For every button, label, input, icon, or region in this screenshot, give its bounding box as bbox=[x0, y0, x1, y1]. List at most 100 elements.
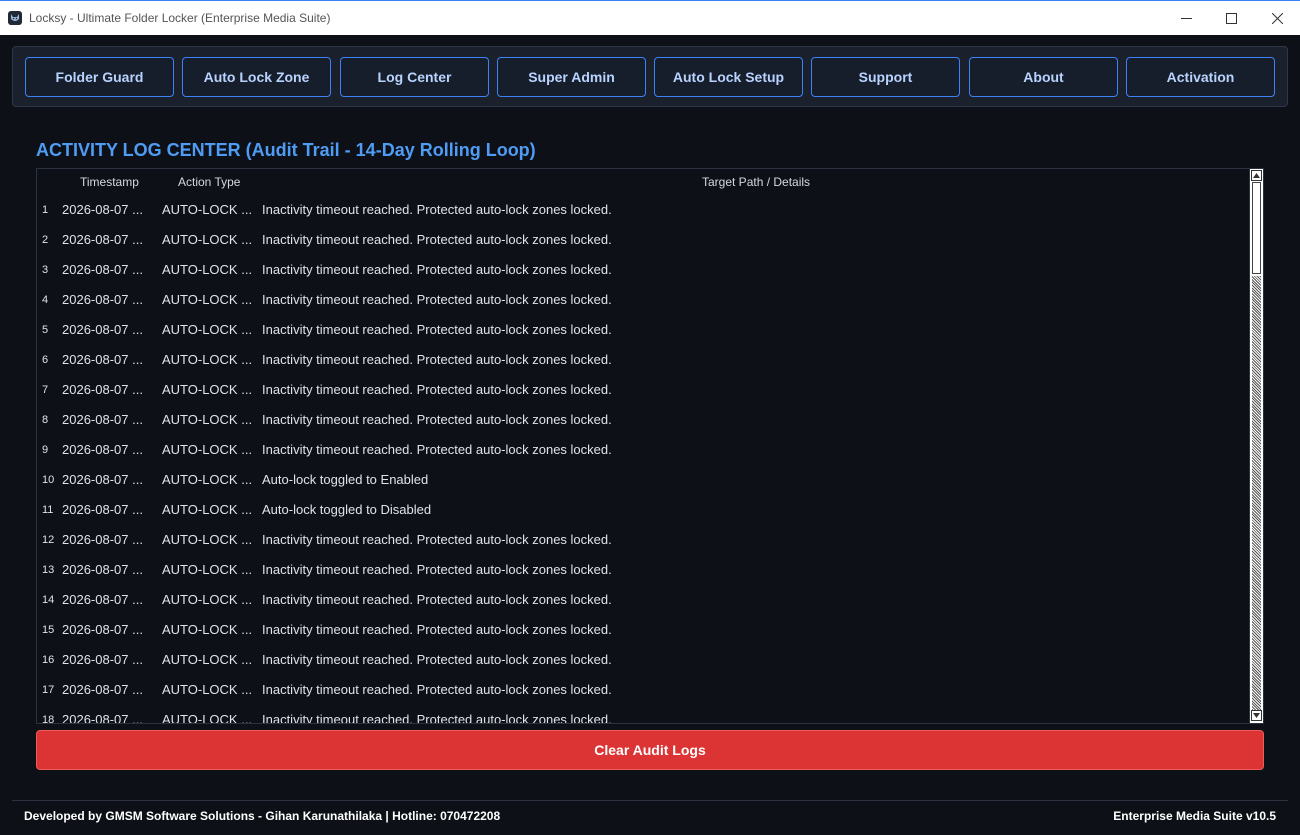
table-row[interactable]: 13 2026-08-07 ... AUTO-LOCK ... Inactivity … bbox=[37, 555, 1249, 585]
scrollbar-track[interactable] bbox=[1252, 276, 1261, 710]
column-header-timestamp[interactable]: Timestamp bbox=[80, 175, 139, 189]
row-index: 4 bbox=[42, 294, 49, 306]
row-timestamp: 2026-08-07 ... bbox=[62, 472, 143, 487]
scrollbar-thumb[interactable] bbox=[1252, 182, 1261, 274]
table-row[interactable]: 7 2026-08-07 ... AUTO-LOCK ... Inactivity t… bbox=[37, 375, 1249, 405]
nav-log-center-button[interactable]: Log Center bbox=[340, 57, 489, 97]
nav-support-button[interactable]: Support bbox=[811, 57, 960, 97]
maximize-icon[interactable] bbox=[1219, 8, 1243, 28]
row-index: 14 bbox=[42, 594, 55, 606]
row-details: Inactivity timeout reached. Protected au… bbox=[262, 262, 612, 277]
row-index: 7 bbox=[42, 384, 49, 396]
table-row[interactable]: 11 2026-08-07 ... AUTO-LOCK ... Auto-lock t… bbox=[37, 495, 1249, 525]
row-details: Inactivity timeout reached. Protected au… bbox=[262, 562, 612, 577]
nav-super-admin-button[interactable]: Super Admin bbox=[497, 57, 646, 97]
table-row[interactable]: 16 2026-08-07 ... AUTO-LOCK ... Inactivity … bbox=[37, 645, 1249, 675]
row-action-type: AUTO-LOCK ... bbox=[162, 502, 253, 517]
table-header: Timestamp Action Type Target Path / Deta… bbox=[37, 169, 1249, 195]
row-timestamp: 2026-08-07 ... bbox=[62, 682, 143, 697]
row-details: Inactivity timeout reached. Protected au… bbox=[262, 412, 612, 427]
vertical-scrollbar[interactable] bbox=[1249, 169, 1263, 723]
row-index: 2 bbox=[42, 234, 49, 246]
row-timestamp: 2026-08-07 ... bbox=[62, 262, 143, 277]
row-details: Inactivity timeout reached. Protected au… bbox=[262, 712, 612, 724]
row-details: Inactivity timeout reached. Protected au… bbox=[262, 622, 612, 637]
table-row[interactable]: 3 2026-08-07 ... AUTO-LOCK ... Inactivity t… bbox=[37, 255, 1249, 285]
scroll-down-icon[interactable] bbox=[1251, 710, 1262, 721]
row-index: 10 bbox=[42, 474, 55, 486]
minimize-icon[interactable] bbox=[1174, 8, 1198, 28]
row-timestamp: 2026-08-07 ... bbox=[62, 562, 143, 577]
row-index: 9 bbox=[42, 444, 49, 456]
row-index: 3 bbox=[42, 264, 49, 276]
row-action-type: AUTO-LOCK ... bbox=[162, 412, 253, 427]
window-title: Locksy - Ultimate Folder Locker (Enterpr… bbox=[29, 11, 331, 25]
row-index: 17 bbox=[42, 684, 55, 696]
row-timestamp: 2026-08-07 ... bbox=[62, 532, 143, 547]
row-details: Inactivity timeout reached. Protected au… bbox=[262, 292, 612, 307]
row-timestamp: 2026-08-07 ... bbox=[62, 412, 143, 427]
column-header-details[interactable]: Target Path / Details bbox=[702, 175, 810, 189]
clear-audit-logs-button[interactable]: Clear Audit Logs bbox=[36, 730, 1264, 770]
row-index: 12 bbox=[42, 534, 55, 546]
table-row[interactable]: 9 2026-08-07 ... AUTO-LOCK ... Inactivity t… bbox=[37, 435, 1249, 465]
table-row[interactable]: 14 2026-08-07 ... AUTO-LOCK ... Inactivity … bbox=[37, 585, 1249, 615]
nav-activation-button[interactable]: Activation bbox=[1126, 57, 1275, 97]
row-action-type: AUTO-LOCK ... bbox=[162, 592, 253, 607]
nav-auto-lock-setup-button[interactable]: Auto Lock Setup bbox=[654, 57, 803, 97]
table-row[interactable]: 8 2026-08-07 ... AUTO-LOCK ... Inactivity t… bbox=[37, 405, 1249, 435]
row-action-type: AUTO-LOCK ... bbox=[162, 472, 253, 487]
row-timestamp: 2026-08-07 ... bbox=[62, 322, 143, 337]
row-action-type: AUTO-LOCK ... bbox=[162, 712, 253, 724]
row-index: 1 bbox=[42, 204, 49, 216]
row-details: Inactivity timeout reached. Protected au… bbox=[262, 592, 612, 607]
row-index: 6 bbox=[42, 354, 49, 366]
row-timestamp: 2026-08-07 ... bbox=[62, 622, 143, 637]
row-details: Auto-lock toggled to Enabled bbox=[262, 472, 429, 487]
row-timestamp: 2026-08-07 ... bbox=[62, 652, 143, 667]
nav-about-button[interactable]: About bbox=[969, 57, 1118, 97]
row-index: 13 bbox=[42, 564, 55, 576]
nav-auto-lock-zone-button[interactable]: Auto Lock Zone bbox=[182, 57, 331, 97]
row-details: Inactivity timeout reached. Protected au… bbox=[262, 382, 612, 397]
table-row[interactable]: 17 2026-08-07 ... AUTO-LOCK ... Inactivity … bbox=[37, 675, 1249, 705]
main-navigation: Folder Guard Auto Lock Zone Log Center S… bbox=[12, 46, 1288, 107]
table-row[interactable]: 18 2026-08-07 ... AUTO-LOCK ... Inactivity … bbox=[37, 705, 1249, 724]
table-body: 1 2026-08-07 ... AUTO-LOCK ... Inactivity t… bbox=[37, 195, 1249, 724]
row-details: Inactivity timeout reached. Protected au… bbox=[262, 352, 612, 367]
row-action-type: AUTO-LOCK ... bbox=[162, 292, 253, 307]
table-row[interactable]: 5 2026-08-07 ... AUTO-LOCK ... Inactivity t… bbox=[37, 315, 1249, 345]
title-bar: Locksy - Ultimate Folder Locker (Enterpr… bbox=[0, 0, 1300, 35]
row-action-type: AUTO-LOCK ... bbox=[162, 562, 253, 577]
row-action-type: AUTO-LOCK ... bbox=[162, 652, 253, 667]
row-action-type: AUTO-LOCK ... bbox=[162, 382, 253, 397]
table-row[interactable]: 10 2026-08-07 ... AUTO-LOCK ... Auto-lock t… bbox=[37, 465, 1249, 495]
table-row[interactable]: 15 2026-08-07 ... AUTO-LOCK ... Inactivity … bbox=[37, 615, 1249, 645]
row-index: 15 bbox=[42, 624, 55, 636]
status-footer: Developed by GMSM Software Solutions - G… bbox=[12, 800, 1288, 835]
row-action-type: AUTO-LOCK ... bbox=[162, 622, 253, 637]
table-row[interactable]: 4 2026-08-07 ... AUTO-LOCK ... Inactivity t… bbox=[37, 285, 1249, 315]
page-title: ACTIVITY LOG CENTER (Audit Trail - 14-Da… bbox=[36, 140, 536, 160]
table-row[interactable]: 12 2026-08-07 ... AUTO-LOCK ... Inactivity … bbox=[37, 525, 1249, 555]
row-details: Auto-lock toggled to Disabled bbox=[262, 502, 432, 517]
row-action-type: AUTO-LOCK ... bbox=[162, 352, 253, 367]
column-header-action-type[interactable]: Action Type bbox=[178, 175, 240, 189]
close-icon[interactable] bbox=[1265, 8, 1289, 28]
row-action-type: AUTO-LOCK ... bbox=[162, 262, 253, 277]
table-row[interactable]: 1 2026-08-07 ... AUTO-LOCK ... Inactivity t… bbox=[37, 195, 1249, 225]
row-action-type: AUTO-LOCK ... bbox=[162, 682, 253, 697]
row-details: Inactivity timeout reached. Protected au… bbox=[262, 202, 612, 217]
row-index: 8 bbox=[42, 414, 49, 426]
row-details: Inactivity timeout reached. Protected au… bbox=[262, 652, 612, 667]
nav-folder-guard-button[interactable]: Folder Guard bbox=[25, 57, 174, 97]
row-index: 16 bbox=[42, 654, 55, 666]
row-details: Inactivity timeout reached. Protected au… bbox=[262, 232, 612, 247]
table-row[interactable]: 2 2026-08-07 ... AUTO-LOCK ... Inactivity t… bbox=[37, 225, 1249, 255]
audit-log-table[interactable]: Timestamp Action Type Target Path / Deta… bbox=[36, 168, 1264, 724]
row-action-type: AUTO-LOCK ... bbox=[162, 232, 253, 247]
table-row[interactable]: 6 2026-08-07 ... AUTO-LOCK ... Inactivity t… bbox=[37, 345, 1249, 375]
row-details: Inactivity timeout reached. Protected au… bbox=[262, 682, 612, 697]
row-timestamp: 2026-08-07 ... bbox=[62, 292, 143, 307]
scroll-up-icon[interactable] bbox=[1251, 170, 1262, 181]
